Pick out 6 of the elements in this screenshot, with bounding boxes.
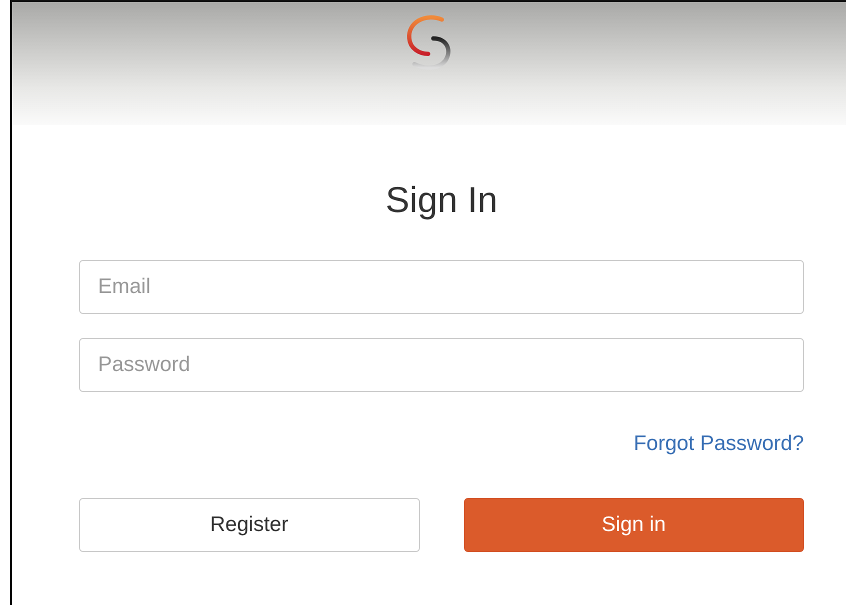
password-field[interactable]: Password <box>79 338 804 392</box>
email-field[interactable]: Email <box>79 260 804 314</box>
register-button[interactable]: Register <box>79 498 420 552</box>
forgot-password-link[interactable]: Forgot Password? <box>634 432 804 456</box>
page-title: Sign In <box>384 178 499 222</box>
sign-in-button[interactable]: Sign in <box>464 498 804 552</box>
